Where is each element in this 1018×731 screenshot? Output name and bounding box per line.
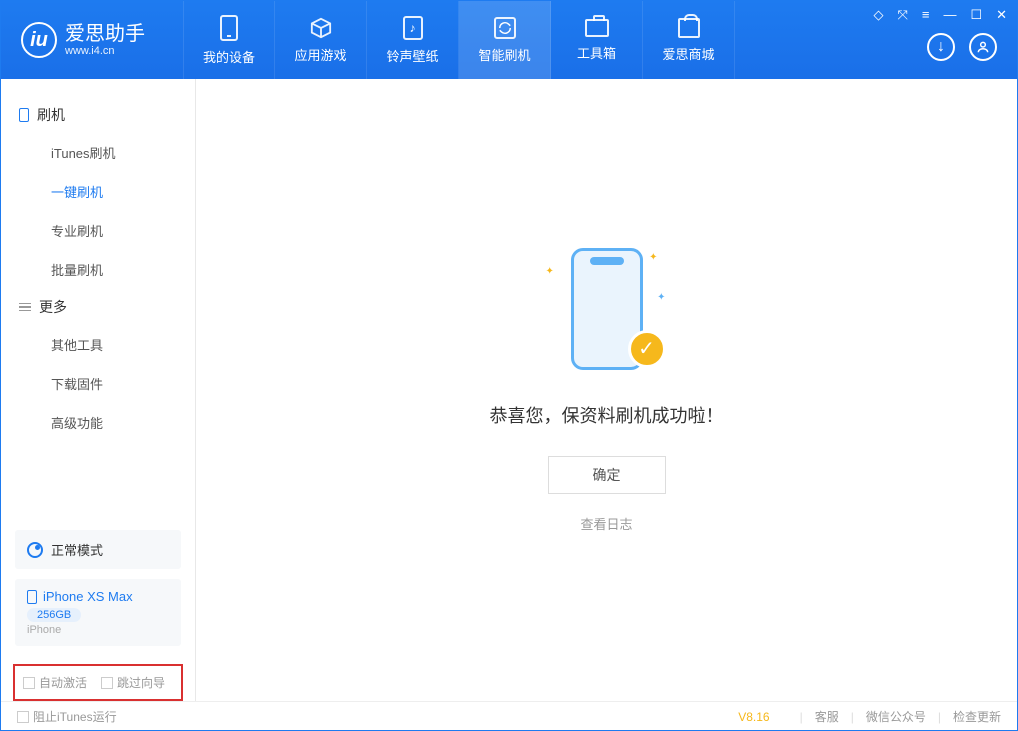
- checkbox-label: 自动激活: [39, 674, 87, 691]
- close-button[interactable]: ✕: [996, 7, 1007, 23]
- menu-icon[interactable]: ≡: [922, 7, 930, 23]
- sidebar-item-pro-flash[interactable]: 专业刷机: [1, 211, 195, 250]
- version-label: V8.16: [738, 710, 769, 724]
- device-name: iPhone XS Max: [43, 589, 133, 604]
- feedback-icon[interactable]: ⤧: [897, 7, 907, 23]
- app-url: www.i4.cn: [65, 45, 145, 57]
- sparkle-icon: ✦: [546, 266, 554, 277]
- sidebar-item-other-tools[interactable]: 其他工具: [1, 325, 195, 364]
- footer: 阻止iTunes运行 V8.16 | 客服 | 微信公众号 | 检查更新: [1, 701, 1017, 731]
- sparkle-icon: ✦: [649, 252, 657, 263]
- window-controls: ◇ ⤧ ≡ — ☐ ✕: [873, 7, 1007, 23]
- view-log-link[interactable]: 查看日志: [580, 514, 632, 533]
- device-phone-icon: [27, 590, 37, 604]
- checkbox-skip-guide[interactable]: 跳过向导: [101, 674, 165, 691]
- sparkle-icon: ✦: [657, 292, 665, 303]
- sidebar-item-download-firmware[interactable]: 下载固件: [1, 364, 195, 403]
- tab-label: 爱思商城: [662, 44, 714, 63]
- device-box[interactable]: iPhone XS Max 256GB iPhone: [15, 579, 181, 646]
- sidebar-item-itunes-flash[interactable]: iTunes刷机: [1, 133, 195, 172]
- tab-label: 应用游戏: [294, 45, 346, 64]
- logo[interactable]: iu 爱思助手 www.i4.cn: [1, 22, 165, 58]
- mode-label: 正常模式: [51, 540, 103, 559]
- sidebar-item-advanced[interactable]: 高级功能: [1, 403, 195, 442]
- mode-icon: [27, 542, 43, 558]
- checkbox-icon: [23, 677, 35, 689]
- tab-label: 我的设备: [203, 47, 255, 66]
- sidebar-group-more: 更多: [1, 289, 195, 325]
- success-check-icon: ✓: [628, 330, 666, 368]
- group-label: 刷机: [37, 105, 65, 125]
- ok-button[interactable]: 确定: [548, 456, 666, 494]
- device-type: iPhone: [27, 624, 169, 636]
- user-icon[interactable]: [969, 33, 997, 61]
- footer-link-update[interactable]: 检查更新: [953, 708, 1001, 725]
- tab-label: 铃声壁纸: [386, 46, 438, 65]
- checkbox-block-itunes[interactable]: 阻止iTunes运行: [17, 708, 117, 725]
- checkbox-label: 跳过向导: [117, 674, 165, 691]
- music-icon: ♪: [403, 16, 423, 40]
- tab-smart-flash[interactable]: 智能刷机: [459, 1, 551, 79]
- footer-link-wechat[interactable]: 微信公众号: [866, 708, 926, 725]
- flash-options-highlighted: 自动激活 跳过向导: [13, 664, 183, 701]
- tab-label: 工具箱: [577, 43, 616, 62]
- footer-link-service[interactable]: 客服: [815, 708, 839, 725]
- tab-shop[interactable]: 爱思商城: [643, 1, 735, 79]
- main-content: ✦ ✦ ✦ ✓ 恭喜您，保资料刷机成功啦！ 确定 查看日志: [196, 79, 1017, 701]
- refresh-icon: [494, 17, 516, 39]
- tab-toolbox[interactable]: 工具箱: [551, 1, 643, 79]
- shop-icon: [678, 18, 700, 38]
- group-label: 更多: [39, 297, 67, 317]
- menu-lines-icon: [19, 303, 31, 312]
- phone-icon: [220, 15, 238, 41]
- maximize-button[interactable]: ☐: [970, 7, 982, 23]
- device-icon: [19, 108, 29, 122]
- sidebar-item-batch-flash[interactable]: 批量刷机: [1, 250, 195, 289]
- minimize-button[interactable]: —: [943, 7, 956, 23]
- app-title: 爱思助手: [65, 23, 145, 45]
- checkbox-icon: [101, 677, 113, 689]
- sidebar-item-onekey-flash[interactable]: 一键刷机: [1, 172, 195, 211]
- toolbox-icon: [585, 19, 609, 37]
- tab-label: 智能刷机: [478, 45, 530, 64]
- skin-icon[interactable]: ◇: [873, 7, 883, 23]
- cube-icon: [310, 17, 332, 39]
- sidebar: 刷机 iTunes刷机 一键刷机 专业刷机 批量刷机 更多 其他工具 下载固件 …: [1, 79, 196, 701]
- success-illustration: ✦ ✦ ✦ ✓: [542, 248, 672, 378]
- header: iu 爱思助手 www.i4.cn 我的设备 应用游戏 ♪ 铃声壁纸 智能刷机 工…: [1, 1, 1017, 79]
- nav-tabs: 我的设备 应用游戏 ♪ 铃声壁纸 智能刷机 工具箱 爱思商城: [183, 1, 735, 79]
- logo-icon: iu: [21, 22, 57, 58]
- success-message: 恭喜您，保资料刷机成功啦！: [490, 402, 724, 428]
- checkbox-label: 阻止iTunes运行: [33, 708, 117, 725]
- user-controls: ↓: [927, 33, 997, 61]
- checkbox-icon: [17, 711, 29, 723]
- sidebar-group-flash: 刷机: [1, 97, 195, 133]
- tab-apps-games[interactable]: 应用游戏: [275, 1, 367, 79]
- tab-ringtone-wallpaper[interactable]: ♪ 铃声壁纸: [367, 1, 459, 79]
- device-storage: 256GB: [27, 608, 81, 622]
- download-icon[interactable]: ↓: [927, 33, 955, 61]
- mode-box[interactable]: 正常模式: [15, 530, 181, 569]
- checkbox-auto-activate[interactable]: 自动激活: [23, 674, 87, 691]
- tab-my-device[interactable]: 我的设备: [183, 1, 275, 79]
